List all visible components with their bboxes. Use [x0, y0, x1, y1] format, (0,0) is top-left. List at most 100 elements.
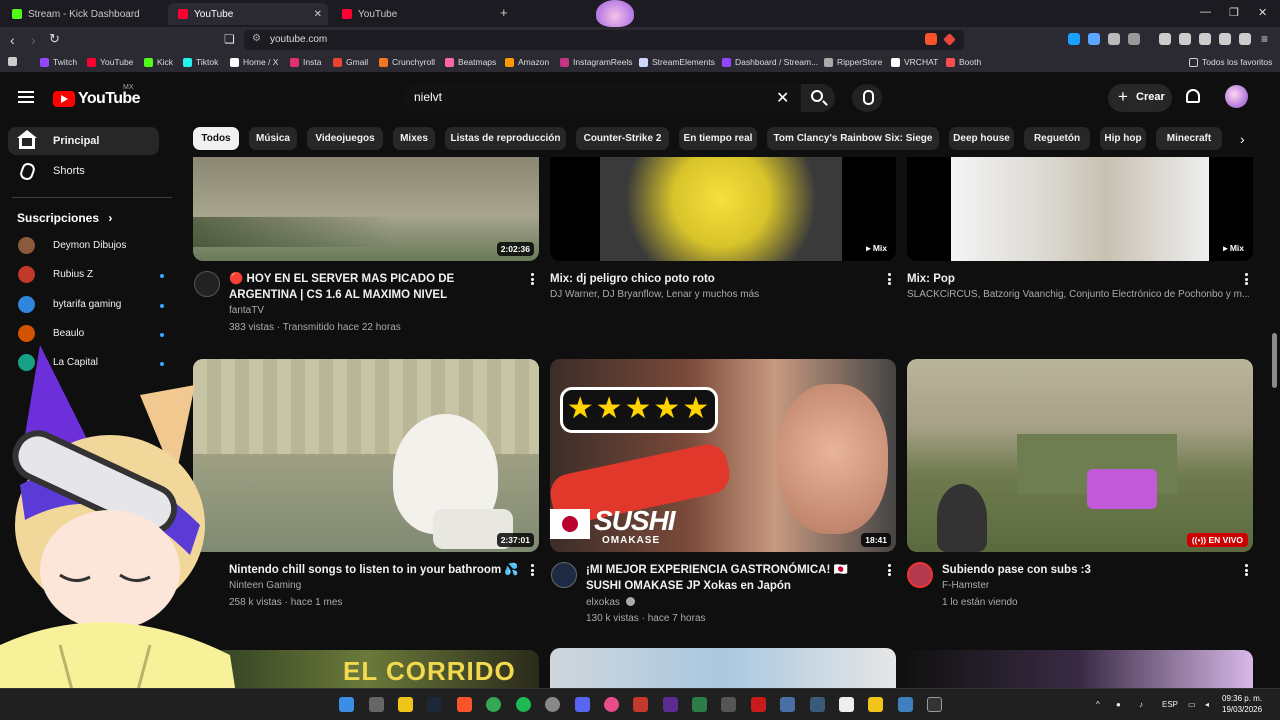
extension-icon[interactable] — [1128, 33, 1140, 45]
spotify-icon[interactable] — [516, 697, 531, 712]
bookmark-streamelements[interactable]: StreamElements — [639, 57, 715, 67]
task-view-icon[interactable] — [369, 697, 384, 712]
brave-icon[interactable] — [457, 697, 472, 712]
brave-shield-icon[interactable] — [925, 33, 937, 45]
bookmark-youtube[interactable]: YouTube — [87, 57, 133, 67]
bookmark-amazon[interactable]: Amazon — [505, 57, 549, 67]
youtube-logo[interactable]: YouTube MX — [53, 84, 140, 108]
video-thumbnail[interactable]: ((•)) EN VIVO — [907, 359, 1253, 552]
app-icon[interactable] — [780, 697, 795, 712]
app-icon[interactable] — [721, 697, 736, 712]
volume-icon[interactable]: ◂ — [1205, 700, 1209, 709]
more-options-icon[interactable] — [531, 273, 534, 285]
chip-counter-strike[interactable]: Counter-Strike 2 — [576, 127, 669, 150]
video-thumbnail[interactable] — [907, 650, 1253, 690]
video-thumbnail[interactable] — [550, 648, 896, 690]
bookmark-icon[interactable]: ❏ — [224, 32, 235, 46]
sidebar-item-principal[interactable]: Principal — [8, 127, 159, 155]
notifications-bell-icon[interactable] — [1186, 89, 1200, 103]
more-options-icon[interactable] — [888, 273, 891, 285]
channel-name[interactable]: fantaTV — [229, 303, 264, 319]
video-thumbnail[interactable]: ★★★★★ SUSHI OMAKASE 18:41 — [550, 359, 896, 552]
all-favorites-folder[interactable]: Todos los favoritos — [1189, 57, 1272, 67]
apps-icon[interactable] — [8, 57, 21, 66]
forward-icon[interactable]: › — [31, 32, 36, 48]
video-thumbnail[interactable]: 2:02:36 — [193, 157, 539, 261]
bookmark-instagramreels[interactable]: InstagramReels — [560, 57, 633, 67]
video-thumbnail[interactable]: ▸ Mix — [550, 157, 896, 261]
bookmark-booth[interactable]: Booth — [946, 57, 981, 67]
search-input[interactable]: nielvt — [403, 84, 801, 112]
subscription-item[interactable]: Beaulo — [17, 323, 164, 347]
app-icon[interactable] — [633, 697, 648, 712]
folder-icon[interactable] — [868, 697, 883, 712]
video-thumbnail[interactable]: 2:37:01 — [193, 359, 539, 552]
app-icon[interactable] — [545, 697, 560, 712]
browser-tab-youtube-active[interactable]: YouTube ✕ — [168, 3, 328, 25]
chip-minecraft[interactable]: Minecraft — [1156, 127, 1222, 150]
terminal-icon[interactable] — [927, 697, 942, 712]
bookmark-insta[interactable]: Insta — [290, 57, 321, 67]
channel-name[interactable]: elxokas — [586, 595, 635, 611]
video-title[interactable]: 🔴 HOY EN EL SERVER MAS PICADO DE ARGENTI… — [229, 271, 521, 303]
app-icon[interactable] — [810, 697, 825, 712]
bookmark-gmail[interactable]: Gmail — [333, 57, 368, 67]
video-title[interactable]: Mix: dj peligro chico poto roto — [550, 271, 870, 287]
wallet-icon[interactable] — [1199, 33, 1211, 45]
app-icon[interactable] — [751, 697, 766, 712]
chip-musica[interactable]: Música — [249, 127, 297, 150]
video-title[interactable]: Subiendo pase con subs :3 — [942, 562, 1234, 578]
chevron-right-icon[interactable]: › — [1240, 131, 1245, 147]
page-scrollbar[interactable] — [1272, 333, 1277, 388]
subscription-item[interactable]: Rubius Z — [17, 264, 164, 288]
chip-regueton[interactable]: Reguetón — [1024, 127, 1090, 150]
more-options-icon[interactable] — [1245, 273, 1248, 285]
bookmark-vrchat[interactable]: VRCHAT — [891, 57, 938, 67]
tray-mic-icon[interactable]: ♪ — [1139, 700, 1143, 709]
app-icon[interactable] — [839, 697, 854, 712]
video-thumbnail[interactable]: ▸ Mix — [907, 157, 1253, 261]
sidebar-item-shorts[interactable]: Shorts — [8, 157, 159, 185]
downloads-icon[interactable] — [1159, 33, 1171, 45]
video-title[interactable]: Nintendo chill songs to listen to in you… — [229, 562, 521, 578]
minimize-icon[interactable]: — — [1200, 6, 1211, 18]
channel-avatar[interactable] — [551, 562, 577, 588]
leo-icon[interactable] — [1219, 33, 1231, 45]
tray-app-icon[interactable]: ● — [1116, 700, 1121, 709]
new-tab-button[interactable]: + — [500, 5, 508, 20]
video-thumbnail[interactable]: EL CORRIDO — [193, 650, 539, 690]
bookmark-tiktok[interactable]: Tiktok — [183, 57, 218, 67]
vscode-icon[interactable] — [898, 697, 913, 712]
steam-icon[interactable] — [427, 697, 442, 712]
app-icon[interactable] — [692, 697, 707, 712]
url-field[interactable]: ⚙ youtube.com — [244, 30, 964, 50]
clear-search-icon[interactable]: ✕ — [776, 88, 789, 108]
browser-tab-kick[interactable]: Stream - Kick Dashboard — [2, 3, 166, 25]
close-tab-icon[interactable]: ✕ — [314, 9, 322, 20]
channel-name[interactable]: F-Hamster — [942, 578, 989, 594]
chip-hip-hop[interactable]: Hip hop — [1100, 127, 1146, 150]
more-options-icon[interactable] — [888, 564, 891, 576]
subscription-item[interactable]: Deymon Dibujos — [17, 235, 157, 259]
bookmark-kick[interactable]: Kick — [144, 57, 173, 67]
site-info-icon[interactable]: ⚙ — [252, 33, 261, 44]
account-avatar[interactable] — [1225, 85, 1248, 108]
bookmark-dashboard-stream[interactable]: Dashboard / Stream... — [722, 57, 818, 67]
extensions-icon[interactable] — [1108, 33, 1120, 45]
chrome-icon[interactable] — [486, 697, 501, 712]
voice-search-icon[interactable] — [852, 84, 882, 112]
more-options-icon[interactable] — [1245, 564, 1248, 576]
file-explorer-icon[interactable] — [398, 697, 413, 712]
channel-avatar[interactable] — [194, 271, 220, 297]
chip-videojuegos[interactable]: Videojuegos — [307, 127, 383, 150]
close-window-icon[interactable]: ✕ — [1258, 6, 1267, 19]
app-icon[interactable] — [663, 697, 678, 712]
video-title[interactable]: Mix: Pop — [907, 271, 1227, 287]
search-button[interactable] — [801, 84, 835, 112]
sidebar-icon[interactable] — [1179, 33, 1191, 45]
bookmark-crunchyroll[interactable]: Crunchyroll — [379, 57, 435, 67]
reload-icon[interactable]: ↻ — [49, 31, 60, 47]
subscription-item[interactable]: bytarifa gaming — [17, 294, 164, 318]
chip-deep-house[interactable]: Deep house — [949, 127, 1014, 150]
taskbar-clock[interactable]: 09:36 p. m. 19/03/2026 — [1222, 693, 1262, 715]
